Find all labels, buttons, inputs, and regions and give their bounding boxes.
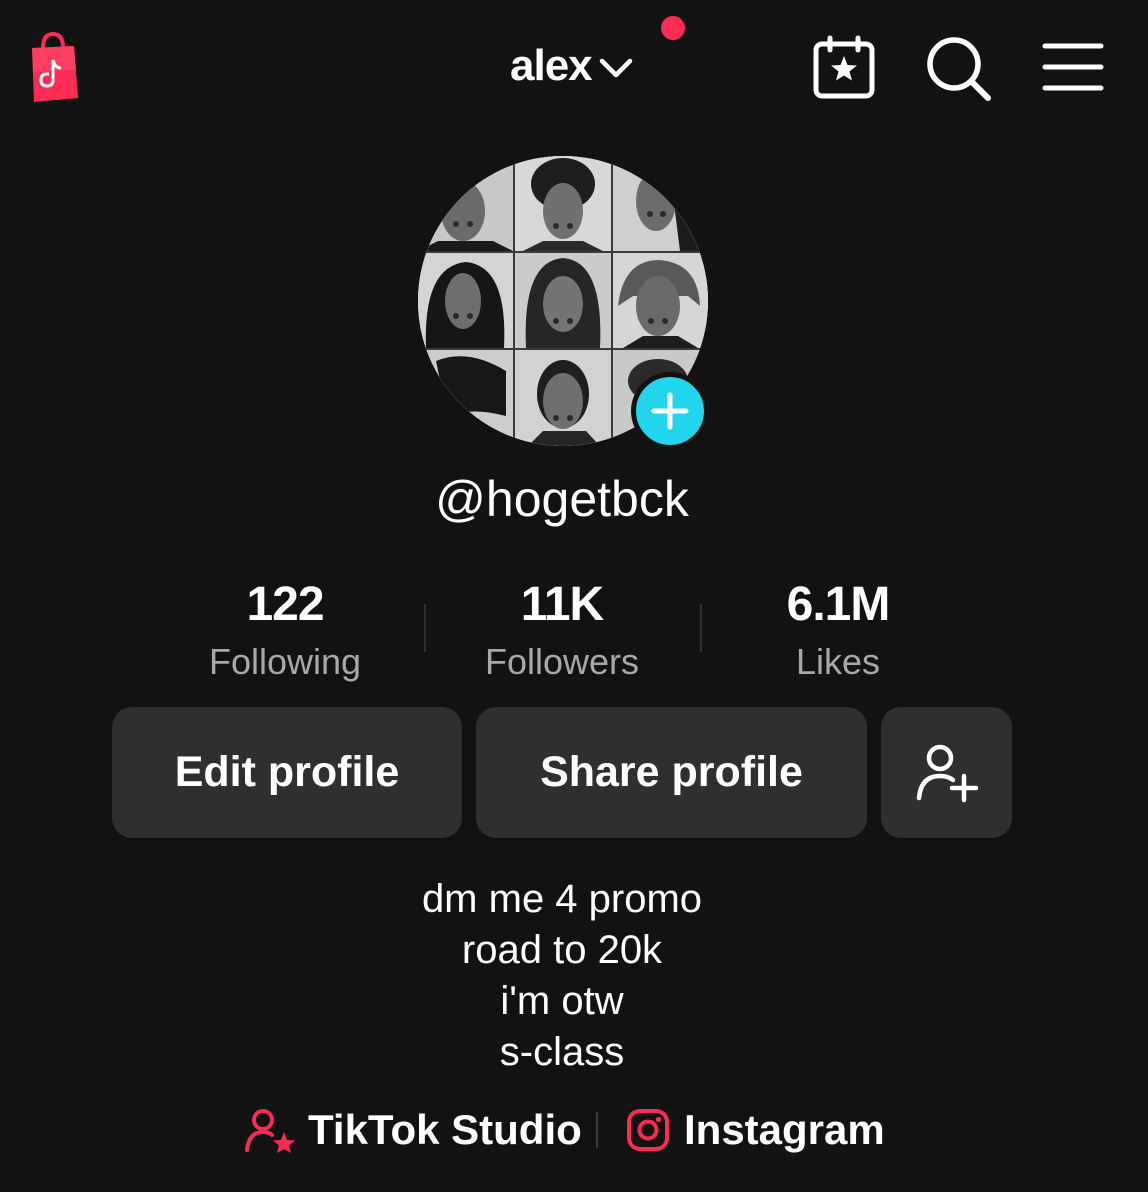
profile-screen: alex @hogetbck 122 Following 11K Followe…: [0, 0, 1148, 1192]
hamburger-menu-icon[interactable]: [1040, 34, 1108, 102]
add-avatar-button[interactable]: [631, 372, 709, 450]
stat-value: 11K: [520, 578, 604, 631]
add-user-icon: [916, 744, 978, 802]
instagram-label: Instagram: [684, 1106, 885, 1153]
stat-followers[interactable]: 11K Followers: [424, 574, 700, 688]
stat-value: 6.1M: [786, 578, 891, 631]
bio-line: i'm otw: [500, 979, 624, 1023]
share-profile-button[interactable]: Share profile: [476, 707, 867, 838]
stat-likes[interactable]: 6.1M Likes: [700, 574, 976, 688]
stat-label: Followers: [484, 641, 640, 682]
instagram-link[interactable]: Instagram: [626, 1100, 885, 1160]
stat-value: 122: [246, 578, 324, 631]
bio-line: dm me 4 promo: [421, 877, 703, 921]
tiktok-studio-label: TikTok Studio: [308, 1106, 582, 1153]
bio-line: s-class: [499, 1030, 625, 1074]
stat-following[interactable]: 122 Following: [147, 574, 423, 688]
stat-label: Following: [208, 641, 362, 682]
bio-line: road to 20k: [461, 928, 663, 972]
shopping-bag-icon[interactable]: [26, 30, 80, 102]
chevron-down-icon: [599, 58, 632, 78]
stat-label: Likes: [795, 641, 881, 682]
profile-links: TikTok Studio Instagram: [0, 1100, 1148, 1160]
notification-dot: [661, 16, 685, 40]
plus-icon: [651, 392, 689, 430]
calendar-star-icon[interactable]: [810, 34, 878, 102]
user-star-icon: [245, 1109, 295, 1153]
bio: dm me 4 promo road to 20k i'm otw s-clas…: [0, 874, 1124, 1078]
account-switcher[interactable]: alex: [510, 36, 634, 96]
add-friend-button[interactable]: [881, 707, 1012, 838]
tiktok-studio-link[interactable]: TikTok Studio: [244, 1100, 582, 1160]
username: @hogetbck: [435, 471, 689, 527]
account-name: alex: [510, 41, 593, 90]
edit-profile-button[interactable]: Edit profile: [112, 707, 462, 838]
instagram-icon: [627, 1109, 669, 1151]
link-divider: [596, 1112, 598, 1148]
search-icon[interactable]: [924, 34, 992, 102]
